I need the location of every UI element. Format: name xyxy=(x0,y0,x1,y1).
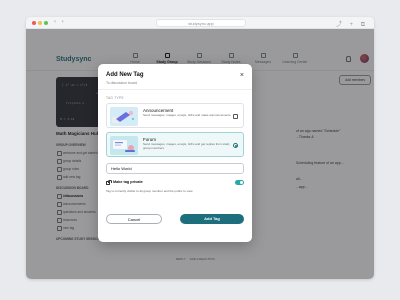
browser-actions-icon[interactable]: ⤴ + ⧉ xyxy=(336,19,368,29)
option-description: Send messages, images, emojis, GIFs and … xyxy=(143,113,231,117)
private-description: Tag is currently visible to all group me… xyxy=(106,189,193,193)
lock-icon xyxy=(106,179,112,185)
minimize-window-dot[interactable] xyxy=(38,21,42,25)
option-description: Send messages, images, emojis, GIFs and … xyxy=(143,142,230,150)
close-window-dot[interactable] xyxy=(32,21,36,25)
address-bar[interactable]: studysync.app xyxy=(156,19,246,27)
tag-type-label: TAG TYPE xyxy=(106,96,124,100)
private-label: Make tag private xyxy=(113,180,143,184)
browser-chrome: ‹ › studysync.app ⤴ + ⧉ xyxy=(26,17,374,29)
divider xyxy=(98,89,252,90)
cancel-button[interactable]: Cancel xyxy=(106,214,162,224)
tag-name-input[interactable]: Hello World xyxy=(106,163,244,174)
maximize-window-dot[interactable] xyxy=(44,21,48,25)
private-toggle[interactable] xyxy=(235,180,244,185)
forum-radio[interactable] xyxy=(233,143,238,148)
private-toggle-row: Make tag private xyxy=(106,179,244,188)
forum-illustration xyxy=(110,136,138,155)
announcement-checkbox[interactable] xyxy=(233,114,238,119)
announcement-option[interactable]: Announcement Send messages, images, emoj… xyxy=(106,103,244,128)
modal-subtitle: To discussion board xyxy=(106,81,137,85)
close-icon[interactable]: × xyxy=(240,72,244,79)
browser-nav-arrows-icon[interactable]: ‹ › xyxy=(54,19,66,25)
modal-title: Add New Tag xyxy=(106,72,144,78)
add-tag-modal: Add New Tag To discussion board × TAG TY… xyxy=(98,64,252,242)
add-tag-button[interactable]: Add Tag xyxy=(180,214,244,224)
forum-option[interactable]: Forum Send messages, images, emojis, GIF… xyxy=(106,132,244,157)
announcement-illustration xyxy=(110,107,138,126)
